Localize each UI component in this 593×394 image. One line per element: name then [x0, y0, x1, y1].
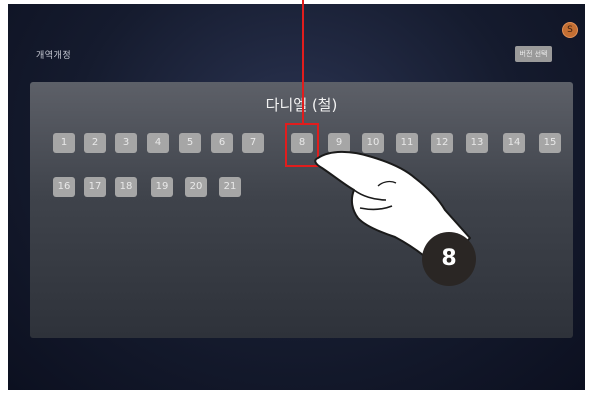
- tap-hand-icon: [314, 150, 471, 271]
- step-number-badge: 8: [422, 232, 476, 286]
